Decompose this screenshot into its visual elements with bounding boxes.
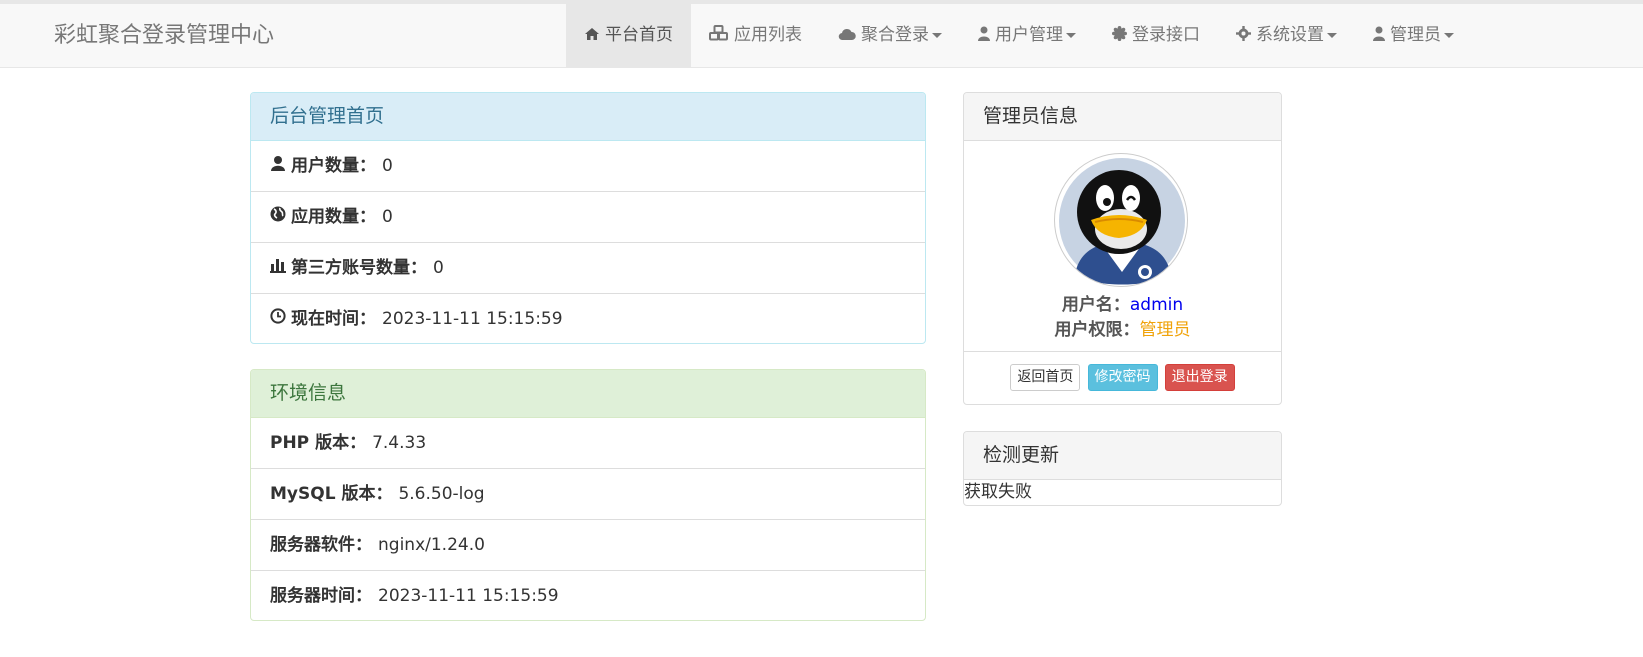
chevron-down-icon bbox=[932, 33, 942, 38]
list-item: 应用数量： 0 bbox=[251, 192, 925, 243]
nav-apps-label: 应用列表 bbox=[734, 25, 802, 45]
dashboard-panel-title: 后台管理首页 bbox=[251, 93, 925, 141]
role-label: 用户权限： bbox=[1054, 320, 1140, 340]
current-time-label: 现在时间： bbox=[291, 309, 376, 329]
certificate-icon bbox=[1112, 4, 1127, 67]
cloud-icon bbox=[838, 4, 856, 67]
admin-info-panel-title: 管理员信息 bbox=[964, 93, 1281, 141]
php-version-value: 7.4.33 bbox=[372, 433, 427, 453]
back-home-button[interactable]: 返回首页 bbox=[1010, 364, 1081, 391]
avatar bbox=[1054, 153, 1188, 287]
nav-settings-label: 系统设置 bbox=[1256, 25, 1324, 45]
gear-icon bbox=[1236, 4, 1251, 67]
list-item: 用户数量： 0 bbox=[251, 141, 925, 192]
list-item: MySQL 版本： 5.6.50-log bbox=[251, 469, 925, 520]
change-password-button[interactable]: 修改密码 bbox=[1087, 364, 1158, 391]
home-icon bbox=[584, 4, 600, 67]
chevron-down-icon bbox=[1327, 33, 1337, 38]
list-item: 服务器时间： 2023-11-11 15:15:59 bbox=[251, 571, 925, 620]
stats-icon bbox=[270, 243, 288, 293]
server-software-label: 服务器软件： bbox=[270, 535, 372, 555]
brand-title[interactable]: 彩虹聚合登录管理中心 bbox=[54, 4, 274, 67]
main-nav: 平台首页 应用列表 聚合登录 用户管理 登录接口 系统设置 管理员 bbox=[566, 4, 1472, 67]
penguin-avatar-icon bbox=[1059, 158, 1185, 285]
update-check-panel: 检测更新 获取失败 bbox=[963, 431, 1282, 506]
third-party-count-value: 0 bbox=[433, 258, 444, 278]
nav-apps[interactable]: 应用列表 bbox=[691, 4, 820, 67]
user-icon bbox=[978, 4, 990, 67]
nav-api-label: 登录接口 bbox=[1132, 25, 1200, 45]
cubes-icon bbox=[709, 4, 729, 67]
server-time-label: 服务器时间： bbox=[270, 586, 372, 606]
nav-admin[interactable]: 管理员 bbox=[1355, 4, 1472, 67]
user-count-value: 0 bbox=[382, 156, 393, 176]
user-icon bbox=[270, 141, 288, 191]
nav-settings[interactable]: 系统设置 bbox=[1218, 4, 1355, 67]
username-value: admin bbox=[1129, 295, 1184, 315]
username-line: 用户名：admin bbox=[964, 290, 1281, 315]
third-party-count-label: 第三方账号数量： bbox=[291, 258, 427, 278]
list-item: 服务器软件： nginx/1.24.0 bbox=[251, 520, 925, 571]
mysql-version-label: MySQL 版本： bbox=[270, 484, 393, 504]
clock-icon bbox=[270, 294, 288, 343]
mysql-version-value: 5.6.50-log bbox=[398, 484, 485, 504]
chevron-down-icon bbox=[1444, 33, 1454, 38]
nav-home-label: 平台首页 bbox=[605, 25, 673, 45]
role-line: 用户权限：管理员 bbox=[964, 315, 1281, 340]
app-count-value: 0 bbox=[382, 207, 393, 227]
admin-actions: 返回首页 修改密码 退出登录 bbox=[964, 351, 1281, 401]
user-count-label: 用户数量： bbox=[291, 156, 376, 176]
admin-info-panel: 管理员信息 用户名：admin 用户权限：管理员 返回首页 修改密码 退出登录 bbox=[963, 92, 1282, 405]
chevron-down-icon bbox=[1066, 33, 1076, 38]
globe-icon bbox=[270, 192, 288, 242]
username-label: 用户名： bbox=[1061, 295, 1130, 315]
nav-admin-label: 管理员 bbox=[1390, 25, 1441, 45]
top-navbar: 彩虹聚合登录管理中心 平台首页 应用列表 聚合登录 用户管理 登录接口 系统设置… bbox=[0, 0, 1643, 68]
server-time-value: 2023-11-11 15:15:59 bbox=[378, 586, 559, 606]
user-icon bbox=[1373, 4, 1385, 67]
nav-api[interactable]: 登录接口 bbox=[1094, 4, 1218, 67]
dashboard-panel: 后台管理首页 用户数量： 0 应用数量： 0 第三方账号数量： 0 现在时间： 2023… bbox=[250, 92, 926, 344]
nav-users[interactable]: 用户管理 bbox=[960, 4, 1094, 67]
nav-login-label: 聚合登录 bbox=[861, 25, 929, 45]
list-item: PHP 版本： 7.4.33 bbox=[251, 418, 925, 469]
app-count-label: 应用数量： bbox=[291, 207, 376, 227]
php-version-label: PHP 版本： bbox=[270, 433, 367, 453]
list-item: 第三方账号数量： 0 bbox=[251, 243, 925, 294]
update-check-panel-title: 检测更新 bbox=[964, 432, 1281, 480]
update-status: 获取失败 bbox=[964, 482, 1032, 502]
environment-panel-title: 环境信息 bbox=[251, 370, 925, 418]
server-software-value: nginx/1.24.0 bbox=[378, 535, 485, 555]
list-item: 现在时间： 2023-11-11 15:15:59 bbox=[251, 294, 925, 343]
logout-button[interactable]: 退出登录 bbox=[1164, 364, 1235, 391]
nav-home[interactable]: 平台首页 bbox=[566, 4, 691, 67]
nav-login[interactable]: 聚合登录 bbox=[820, 4, 960, 67]
nav-users-label: 用户管理 bbox=[995, 25, 1063, 45]
current-time-value: 2023-11-11 15:15:59 bbox=[382, 309, 563, 329]
role-value: 管理员 bbox=[1139, 320, 1191, 340]
environment-panel: 环境信息 PHP 版本： 7.4.33 MySQL 版本： 5.6.50-log 服… bbox=[250, 369, 926, 621]
